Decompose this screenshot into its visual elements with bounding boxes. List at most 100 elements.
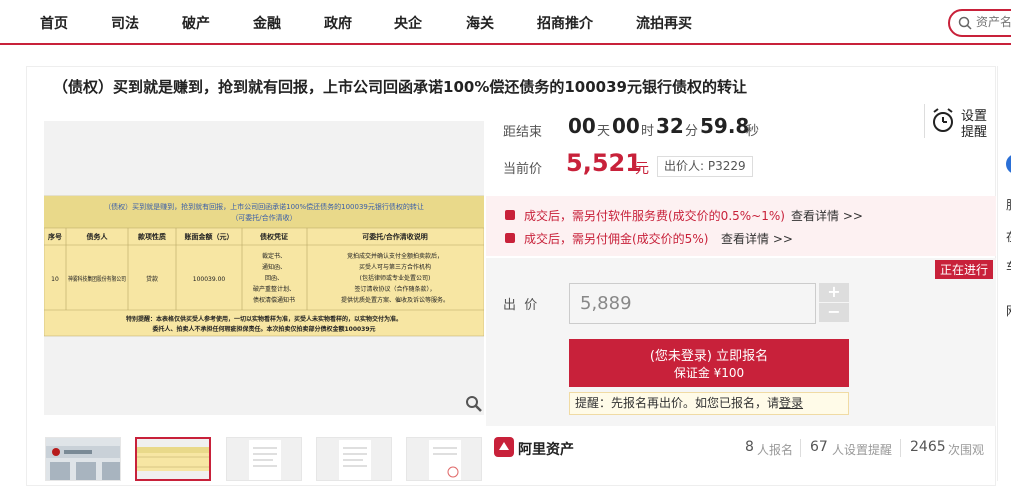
countdown-minute-unit: 分	[685, 124, 699, 139]
price-label: 当前价	[503, 162, 543, 177]
nav-customs[interactable]: 海关	[466, 13, 494, 33]
col-no: 序号	[47, 232, 62, 241]
bag-icon	[505, 233, 515, 243]
brand-name: 阿里资产	[518, 442, 574, 458]
countdown-minutes: 32	[656, 114, 684, 138]
thumbnail-document[interactable]	[406, 437, 482, 481]
zoom-icon[interactable]	[465, 395, 483, 413]
table-thumbnail-image	[137, 447, 209, 471]
row-proof-line: 通知函、	[262, 263, 286, 271]
nav-home[interactable]: 首页	[40, 13, 68, 33]
avatar[interactable]	[1006, 154, 1011, 174]
col-debtor: 债务人	[87, 232, 109, 241]
row-note-line: 买受人可与第三方合作机构	[359, 263, 431, 271]
bank-building-image	[46, 438, 120, 480]
increase-bid-button[interactable]: +	[819, 283, 849, 302]
fee-software: 成交后，需另付软件服务费(成交价的0.5%~1%)	[524, 209, 785, 223]
doc-footer-line: 委托人、拍卖人不承担任何瑕疵担保责任。本次拍卖仅拍卖部分债权金额100039元	[152, 325, 375, 333]
view-count: 2465	[910, 439, 946, 455]
nav-bankruptcy[interactable]: 破产	[182, 13, 210, 33]
nav-relist[interactable]: 流拍再买	[636, 13, 692, 33]
view-label: 次围观	[948, 443, 985, 457]
doc-heading: （债权）买到就是赚到，抢到就有回报，上市公司回函承诺100%偿还债务的10003…	[104, 202, 424, 211]
bid-label: 出 价	[503, 298, 538, 313]
countdown-hour-unit: 时	[641, 124, 655, 139]
divider	[800, 439, 801, 457]
col-note: 可委托/合作清收说明	[362, 232, 428, 241]
fee-commission: 成交后，需另付佣金(成交价的5%)	[524, 232, 709, 246]
bidder-badge: 出价人: P3229	[657, 156, 753, 177]
login-link[interactable]: 登录	[779, 396, 803, 410]
sidebar-text: 在	[1006, 228, 1011, 245]
document-thumbnail-image	[429, 440, 461, 480]
sidebar-text: 网	[1006, 302, 1011, 319]
row-no: 10	[51, 276, 59, 283]
main-image[interactable]: （债权）买到就是赚到，抢到就有回报，上市公司回函承诺100%偿还债务的10003…	[43, 121, 485, 415]
document-thumbnail-image	[249, 440, 281, 480]
tip-text: 提醒：先报名再出价。如您已报名，请	[575, 396, 780, 410]
divider	[900, 439, 901, 457]
thumbnail-document[interactable]	[226, 437, 302, 481]
nav-central-enterprise[interactable]: 央企	[394, 13, 422, 33]
remind-label-2: 提醒	[961, 125, 988, 140]
bid-amount-input[interactable]	[569, 283, 816, 324]
nav-judicial[interactable]: 司法	[111, 13, 139, 33]
col-type: 款项性质	[138, 232, 166, 241]
bag-icon	[505, 210, 515, 220]
ali-asset-logo-icon	[494, 437, 514, 457]
countdown-label: 距结束	[503, 125, 543, 140]
debt-table-image: （债权）买到就是赚到，抢到就有回报，上市公司回函承诺100%偿还债务的10003…	[43, 195, 485, 337]
search-icon	[958, 16, 972, 30]
register-button-label: (您未登录) 立即报名	[649, 349, 769, 364]
doc-subheading: （可委托/合作清收）	[231, 213, 296, 222]
register-button[interactable]: (您未登录) 立即报名 保证金 ¥100	[569, 339, 849, 387]
row-note-line: 竞拍成交并确认支付全额拍卖款后，	[347, 252, 443, 260]
search-box[interactable]	[948, 9, 1011, 37]
reminder-count: 67	[810, 439, 828, 455]
right-sidebar: 服 在 车 网	[997, 66, 1011, 481]
login-tip: 提醒：先报名再出价。如您已报名，请登录	[569, 392, 849, 415]
countdown-seconds: 59.8	[700, 114, 750, 138]
row-proof-line: 回函、	[265, 274, 283, 282]
status-badge: 正在进行	[935, 260, 994, 279]
fee-software-detail-link[interactable]: 查看详情 >>	[791, 207, 863, 224]
row-type: 贷款	[146, 275, 158, 283]
thumbnail-table[interactable]	[135, 437, 211, 481]
decrease-bid-button[interactable]: −	[819, 303, 849, 322]
col-proof: 债权凭证	[260, 232, 288, 241]
countdown-day-unit: 天	[597, 124, 611, 139]
current-price: 5,521	[566, 149, 642, 177]
remind-button[interactable]: 设置 提醒	[924, 104, 994, 140]
countdown-hours: 00	[612, 114, 640, 138]
fee-notice-panel	[486, 196, 996, 256]
row-proof-line: 裁定书、	[262, 252, 286, 260]
page-title: （债权）买到就是赚到，抢到就有回报，上市公司回函承诺100%偿还债务的10003…	[53, 78, 747, 96]
document-thumbnail-image	[339, 440, 371, 480]
sidebar-text: 服	[1006, 196, 1011, 213]
col-amount: 账面金额（元）	[185, 232, 234, 241]
row-note-line: (包括律师或专业处置公司)	[360, 274, 431, 282]
nav-finance[interactable]: 金融	[253, 13, 281, 33]
alarm-clock-icon	[933, 108, 953, 132]
deposit-label: 保证金 ¥100	[673, 366, 745, 380]
sidebar-text: 车	[1006, 258, 1011, 275]
fee-commission-detail-link[interactable]: 查看详情 >>	[721, 230, 793, 247]
countdown-days: 00	[568, 114, 596, 138]
doc-footer-line: 特别提醒：本表格仅供买受人参考使用，一切以实物看样为准，买受人未实物看样的，以实…	[126, 315, 402, 323]
nav-investment[interactable]: 招商推介	[537, 13, 593, 33]
nav-government[interactable]: 政府	[324, 13, 352, 33]
thumbnail-document[interactable]	[316, 437, 392, 481]
row-amount: 100039.00	[193, 276, 226, 283]
row-proof-line: 破产重整计划、	[253, 285, 295, 293]
row-proof-line: 债权清偿通知书	[253, 296, 295, 304]
countdown-second-unit: 秒	[746, 124, 760, 139]
top-nav: 首页 司法 破产 金融 政府 央企 海关 招商推介 流拍再买	[0, 0, 1011, 45]
search-input[interactable]	[976, 15, 1011, 29]
row-debtor: 神雾科技集团股份有限公司	[68, 275, 126, 283]
thumbnail-bank[interactable]	[45, 437, 121, 481]
row-note-line: 提供优质处置方案、催收及诉讼等服务。	[341, 296, 449, 304]
registered-count: 8	[745, 439, 754, 455]
row-note-line: 签订清收协议（合作随条款），	[354, 285, 435, 293]
reminder-label: 人设置提醒	[832, 443, 893, 457]
price-unit: 元	[635, 161, 649, 177]
